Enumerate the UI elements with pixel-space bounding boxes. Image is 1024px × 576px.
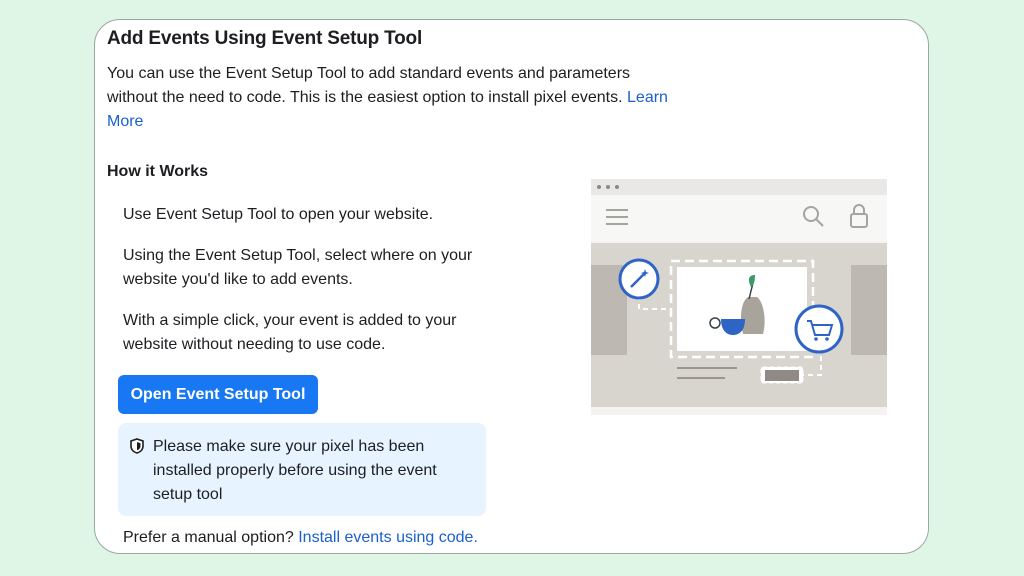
pixel-notice-box: Please make sure your pixel has been ins…: [118, 423, 486, 516]
install-events-code-link[interactable]: Install events using code.: [298, 529, 478, 546]
manual-option-line: Prefer a manual option? Install events u…: [123, 529, 478, 547]
step-1-text: Use Event Setup Tool to open your websit…: [123, 206, 434, 223]
intro-text: You can use the Event Setup Tool to add …: [107, 65, 631, 106]
how-it-works-heading: How it Works: [107, 163, 209, 180]
shopping-cart-icon: [794, 304, 844, 354]
page-title: Add Events Using Event Setup Tool: [107, 28, 423, 49]
open-event-setup-tool-button[interactable]: Open Event Setup Tool: [118, 375, 318, 414]
website-illustration: [591, 179, 887, 415]
event-setup-card: Add Events Using Event Setup Tool You ca…: [94, 19, 929, 554]
magic-wand-icon: [618, 258, 660, 300]
step-2-text: Using the Event Setup Tool, select where…: [123, 247, 473, 288]
notice-text: Please make sure your pixel has been ins…: [153, 438, 437, 503]
browser-titlebar: [591, 179, 887, 195]
intro-paragraph: You can use the Event Setup Tool to add …: [107, 62, 677, 134]
step-3-text: With a simple click, your event is added…: [123, 312, 457, 353]
shield-icon: [130, 438, 144, 454]
manual-option-text: Prefer a manual option?: [123, 529, 294, 546]
